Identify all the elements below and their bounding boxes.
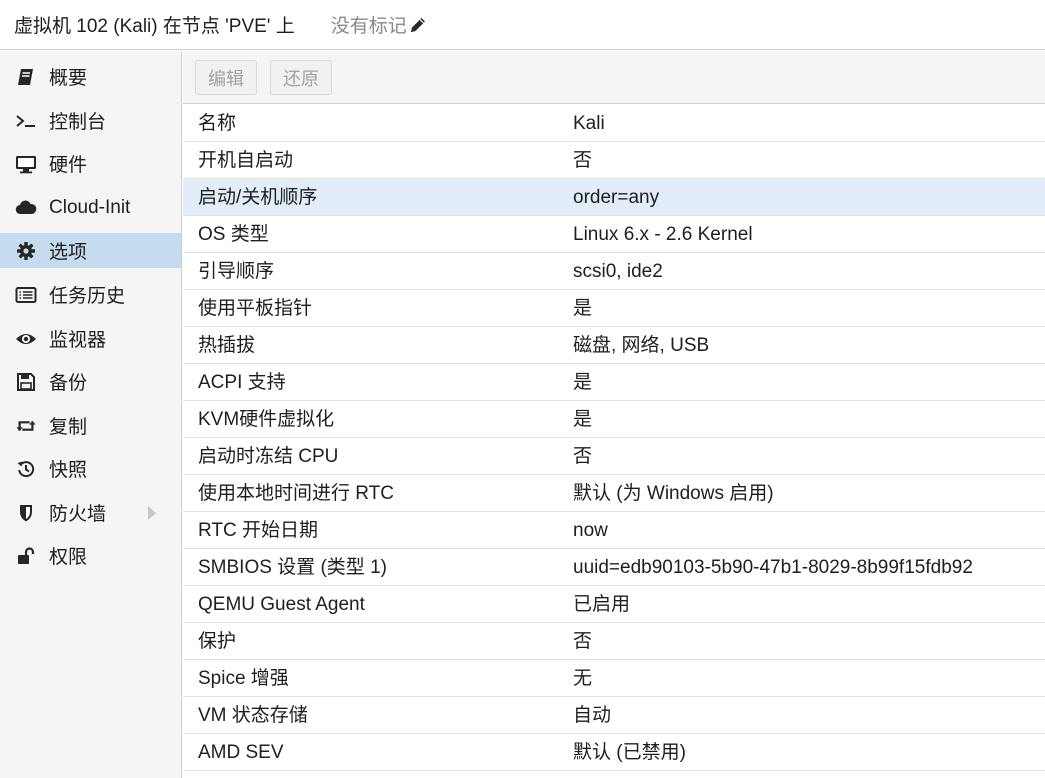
shield-icon [15, 502, 37, 524]
table-row[interactable]: 启动/关机顺序 order=any [183, 179, 1045, 216]
option-name: AMD SEV [198, 742, 284, 763]
sidebar-item-options[interactable]: 选项 [0, 233, 181, 268]
table-row[interactable]: 使用平板指针 是 [183, 290, 1045, 327]
table-row[interactable]: 引导顺序 scsi0, ide2 [183, 253, 1045, 290]
option-value: 是 [573, 298, 593, 319]
table-row[interactable]: SMBIOS 设置 (类型 1) uuid=edb90103-5b90-47b1… [183, 549, 1045, 586]
history-icon [15, 458, 37, 480]
option-name: SMBIOS 设置 (类型 1) [198, 557, 387, 578]
option-name: 使用本地时间进行 RTC [198, 483, 394, 504]
sidebar-item-cloud-init[interactable]: Cloud-Init [0, 190, 181, 225]
option-name: ACPI 支持 [198, 372, 286, 393]
floppy-icon [15, 371, 37, 393]
sidebar-item-backup[interactable]: 备份 [0, 364, 181, 399]
sidebar-item-console[interactable]: 控制台 [0, 103, 181, 138]
option-value: Kali [573, 113, 605, 134]
toolbar: 编辑 还原 [183, 51, 1045, 104]
table-row[interactable]: AMD SEV 默认 (已禁用) [183, 734, 1045, 771]
terminal-icon [15, 110, 37, 132]
option-value: 自动 [573, 705, 612, 726]
unlock-icon [15, 545, 37, 567]
option-name: KVM硬件虚拟化 [198, 409, 335, 430]
option-name: 热插拔 [198, 335, 256, 356]
sidebar-item-snapshots[interactable]: 快照 [0, 451, 181, 486]
option-name: 使用平板指针 [198, 298, 313, 319]
expand-arrow-icon[interactable] [148, 506, 156, 520]
option-name: 启动/关机顺序 [198, 187, 318, 208]
option-name: 开机自启动 [198, 150, 294, 171]
table-row[interactable]: 名称 Kali [183, 105, 1045, 142]
sidebar-item-firewall[interactable]: 防火墙 [0, 495, 181, 530]
table-row[interactable]: OS 类型 Linux 6.x - 2.6 Kernel [183, 216, 1045, 253]
option-name: VM 状态存储 [198, 705, 308, 726]
edit-button[interactable]: 编辑 [195, 60, 257, 95]
table-row[interactable]: Spice 增强 无 [183, 660, 1045, 697]
tags-edit[interactable]: 没有标记 [331, 11, 427, 38]
option-name: QEMU Guest Agent [198, 594, 365, 615]
pencil-icon[interactable] [409, 16, 427, 34]
option-value: now [573, 520, 608, 541]
eye-icon [15, 328, 37, 350]
option-value: 是 [573, 409, 593, 430]
sidebar-item-summary[interactable]: 概要 [0, 59, 181, 94]
table-row[interactable]: KVM硬件虚拟化 是 [183, 401, 1045, 438]
option-value: 磁盘, 网络, USB [573, 335, 710, 356]
option-value: uuid=edb90103-5b90-47b1-8029-8b99f15fdb9… [573, 557, 973, 578]
sidebar-item-task-history[interactable]: 任务历史 [0, 277, 181, 312]
cloud-icon [15, 197, 37, 219]
table-row[interactable]: QEMU Guest Agent 已启用 [183, 586, 1045, 623]
retweet-icon [15, 415, 37, 437]
page-title: 虚拟机 102 (Kali) 在节点 'PVE' 上 [14, 16, 295, 37]
option-value: 默认 (已禁用) [573, 742, 686, 763]
option-name: 引导顺序 [198, 261, 275, 282]
sidebar-item-monitor[interactable]: 监视器 [0, 321, 181, 356]
sidebar-item-hardware[interactable]: 硬件 [0, 146, 181, 181]
option-name: 名称 [198, 113, 237, 134]
book-icon [15, 66, 37, 88]
option-value: order=any [573, 187, 660, 208]
option-name: RTC 开始日期 [198, 520, 318, 541]
sidebar-nav: 概要 控制台 硬件 Cloud-Init 选项 任务历史 监视器 备份 复制 快… [0, 51, 182, 778]
table-row[interactable]: 保护 否 [183, 623, 1045, 660]
table-row[interactable]: VM 状态存储 自动 [183, 697, 1045, 734]
option-value: scsi0, ide2 [573, 261, 663, 282]
option-name: 保护 [198, 631, 237, 652]
option-name: 启动时冻结 CPU [198, 446, 339, 467]
table-row[interactable]: 开机自启动 否 [183, 142, 1045, 179]
option-value: 已启用 [573, 594, 631, 615]
list-icon [15, 284, 37, 306]
option-value: 否 [573, 150, 593, 171]
option-value: 是 [573, 372, 593, 393]
table-row[interactable]: ACPI 支持 是 [183, 364, 1045, 401]
option-value: 无 [573, 668, 593, 689]
table-row[interactable]: 启动时冻结 CPU 否 [183, 438, 1045, 475]
option-value: 否 [573, 631, 593, 652]
gear-icon [15, 240, 37, 262]
option-value: 默认 (为 Windows 启用) [573, 483, 774, 504]
option-value: 否 [573, 446, 593, 467]
option-name: Spice 增强 [198, 668, 289, 689]
revert-button[interactable]: 还原 [270, 60, 332, 95]
page-header: 虚拟机 102 (Kali) 在节点 'PVE' 上 没有标记 [0, 0, 1045, 50]
sidebar-item-permissions[interactable]: 权限 [0, 538, 181, 573]
table-row[interactable]: RTC 开始日期 now [183, 512, 1045, 549]
table-row[interactable]: 使用本地时间进行 RTC 默认 (为 Windows 启用) [183, 475, 1045, 512]
option-value: Linux 6.x - 2.6 Kernel [573, 224, 753, 245]
sidebar-item-replication[interactable]: 复制 [0, 408, 181, 443]
options-panel: 编辑 还原 名称 Kali 开机自启动 否 启动/关机顺序 order=any … [183, 51, 1045, 778]
table-row[interactable]: 热插拔 磁盘, 网络, USB [183, 327, 1045, 364]
tags-label: 没有标记 [330, 16, 407, 37]
desktop-icon [15, 153, 37, 175]
option-name: OS 类型 [198, 224, 269, 245]
